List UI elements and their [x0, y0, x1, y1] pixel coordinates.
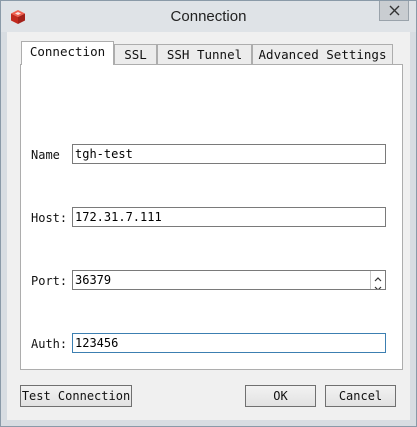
test-connection-button[interactable]: Test Connection — [20, 385, 132, 407]
tab-ssh-tunnel[interactable]: SSH Tunnel — [157, 44, 252, 64]
redis-cube-icon — [11, 10, 25, 24]
cancel-button[interactable]: Cancel — [325, 385, 396, 407]
port-stepper[interactable]: 36379 — [72, 270, 386, 290]
port-value: 36379 — [75, 273, 112, 287]
dialog-body: Connection SSL SSH Tunnel Advanced Setti… — [7, 32, 410, 420]
chevron-down-icon — [374, 286, 382, 289]
close-icon — [389, 5, 400, 16]
close-button[interactable] — [379, 1, 409, 21]
connection-panel: Name tgh-test Host: 172.31.7.111 Port: 3… — [20, 64, 403, 370]
tab-advanced-settings[interactable]: Advanced Settings — [252, 44, 393, 64]
name-label: Name — [31, 148, 60, 162]
ok-button[interactable]: OK — [245, 385, 316, 407]
connection-dialog: Connection Connection SSL SSH Tunnel Adv… — [0, 0, 417, 427]
tab-connection[interactable]: Connection — [21, 41, 114, 65]
title-bar[interactable]: Connection — [1, 1, 416, 32]
auth-label: Auth: — [31, 337, 68, 351]
port-spin-buttons — [370, 271, 385, 289]
host-label: Host: — [31, 211, 68, 225]
auth-field[interactable]: 123456 — [72, 333, 386, 353]
spin-up-button[interactable] — [371, 271, 385, 282]
name-field[interactable]: tgh-test — [72, 144, 386, 164]
window-title: Connection — [170, 8, 247, 25]
spin-down-button[interactable] — [371, 280, 385, 289]
port-label: Port: — [31, 274, 68, 288]
tab-ssl[interactable]: SSL — [114, 44, 157, 64]
host-field[interactable]: 172.31.7.111 — [72, 207, 386, 227]
